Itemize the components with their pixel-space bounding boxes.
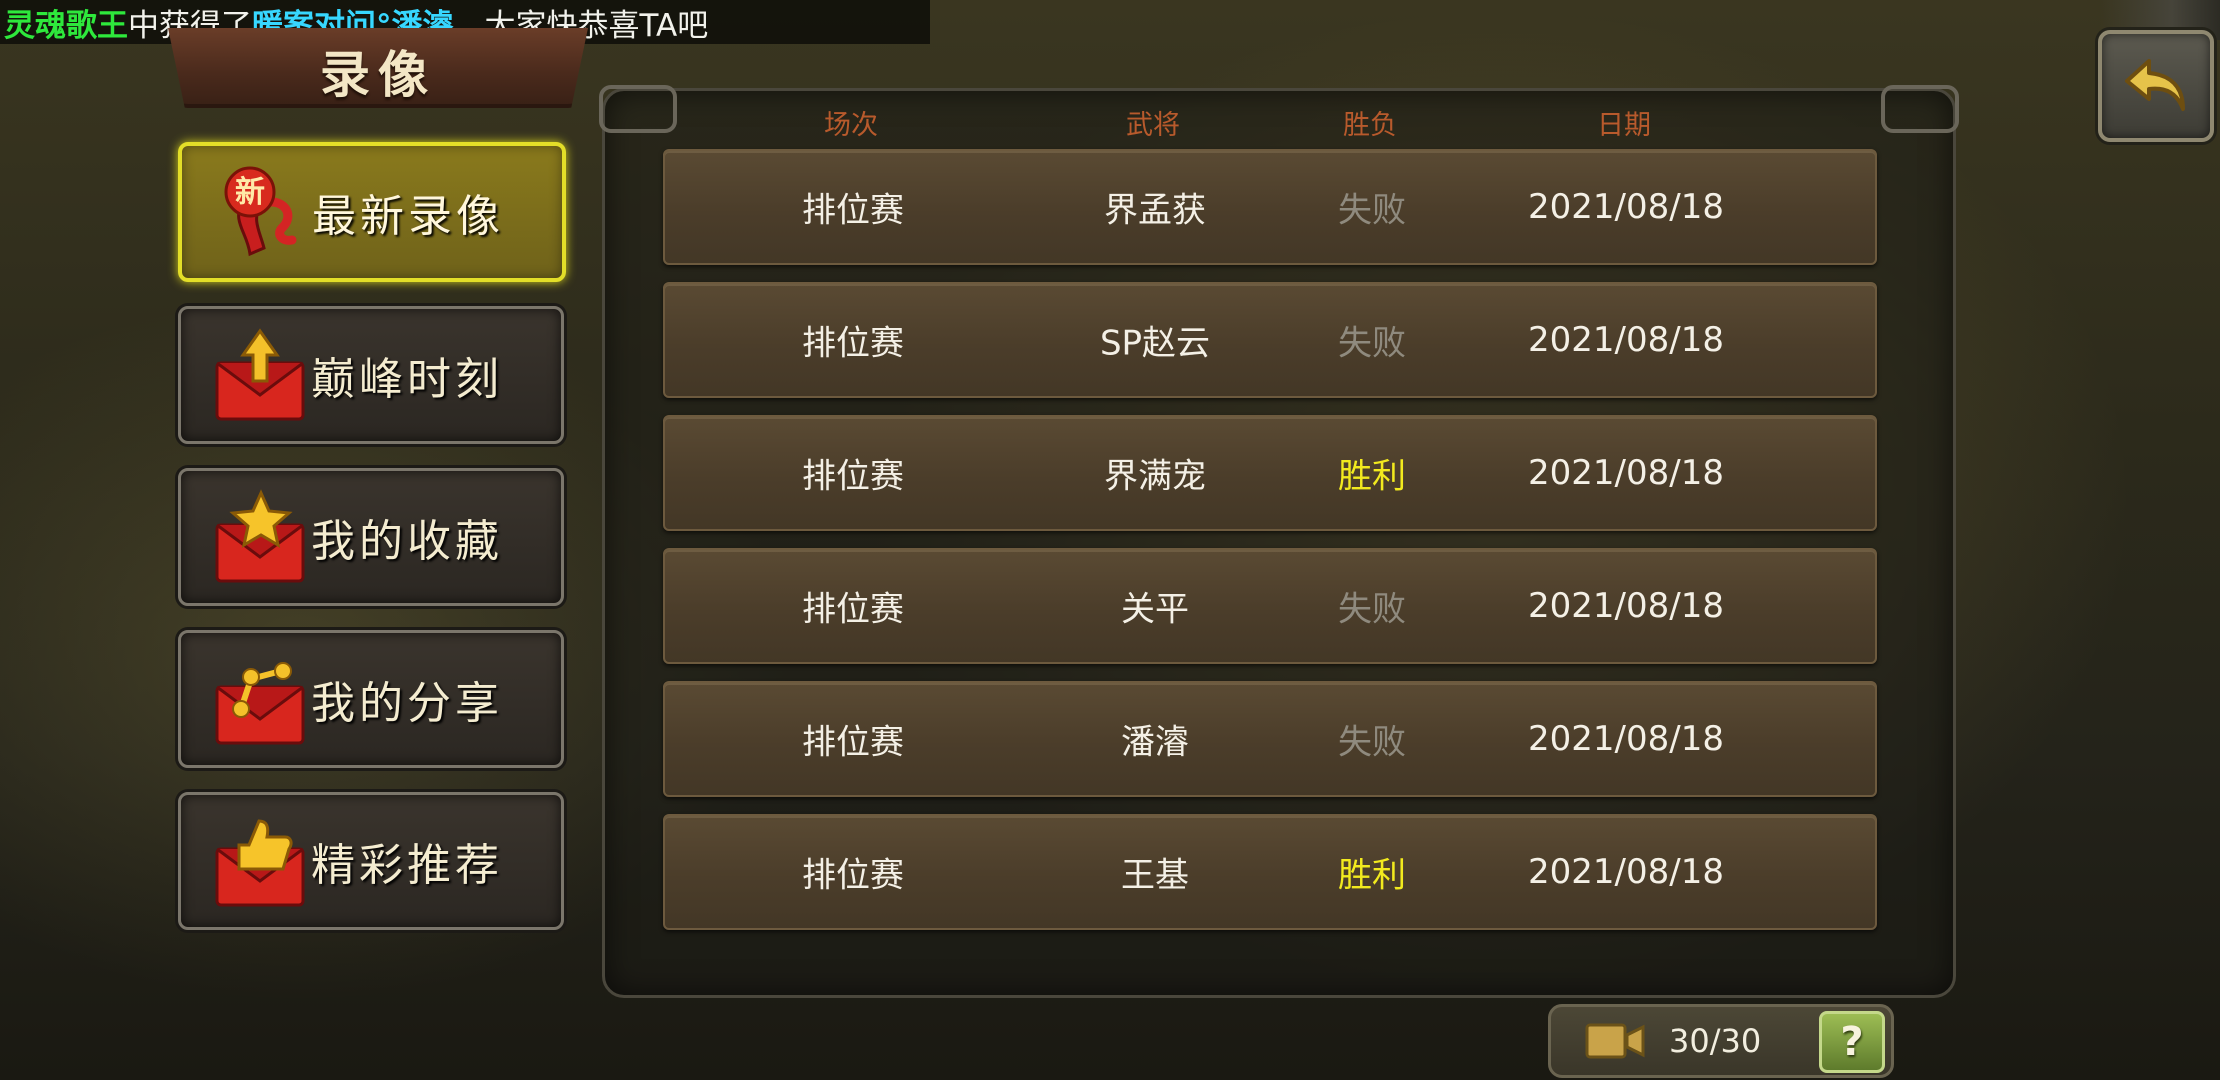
record-date: 2021/08/18 bbox=[1528, 320, 1724, 360]
video-camera-icon bbox=[1585, 1023, 1645, 1059]
replay-count: 30/30 bbox=[1669, 1022, 1762, 1060]
record-date: 2021/08/18 bbox=[1528, 453, 1724, 493]
record-date: 2021/08/18 bbox=[1528, 852, 1724, 892]
record-mode: 排位赛 bbox=[802, 190, 904, 231]
record-date: 2021/08/18 bbox=[1528, 187, 1724, 227]
record-mode: 排位赛 bbox=[802, 722, 904, 763]
record-date: 2021/08/18 bbox=[1528, 586, 1724, 626]
svg-text:新: 新 bbox=[235, 175, 265, 210]
record-date: 2021/08/18 bbox=[1528, 719, 1724, 759]
record-row[interactable]: 排位赛 界满宠 胜利 2021/08/18 bbox=[663, 415, 1877, 531]
record-result: 失败 bbox=[1338, 722, 1406, 763]
menu-label: 最新录像 bbox=[312, 191, 504, 242]
column-header-mode: 场次 bbox=[824, 110, 878, 141]
panel-corner-ornament bbox=[599, 85, 677, 133]
column-header-general: 武将 bbox=[1126, 110, 1180, 141]
title-plaque: 录像 bbox=[168, 28, 588, 108]
record-general: 关平 bbox=[1121, 589, 1189, 630]
record-row[interactable]: 排位赛 界孟获 失败 2021/08/18 bbox=[663, 149, 1877, 265]
menu-item-latest-replays[interactable]: 新 最新录像 bbox=[178, 142, 566, 282]
record-result: 胜利 bbox=[1338, 456, 1406, 497]
back-button[interactable] bbox=[2098, 30, 2214, 142]
record-row[interactable]: 排位赛 关平 失败 2021/08/18 bbox=[663, 548, 1877, 664]
records-panel: 场次 武将 胜负 日期 排位赛 界孟获 失败 2021/08/18 排位赛 SP… bbox=[599, 85, 1959, 998]
side-menu: 新 最新录像 巅峰时刻 我的收藏 我的分享 精彩推荐 bbox=[178, 142, 566, 954]
menu-label: 巅峰时刻 bbox=[311, 354, 503, 405]
thumbs-envelope-icon bbox=[215, 819, 305, 907]
record-general: SP赵云 bbox=[1099, 323, 1211, 364]
page-title: 录像 bbox=[320, 45, 436, 104]
replay-counter: 30/30 ? bbox=[1548, 1004, 1894, 1078]
menu-item-my-shares[interactable]: 我的分享 bbox=[178, 630, 564, 768]
record-mode: 排位赛 bbox=[802, 323, 904, 364]
record-result: 失败 bbox=[1338, 589, 1406, 630]
menu-item-peak-moments[interactable]: 巅峰时刻 bbox=[178, 306, 564, 444]
record-mode: 排位赛 bbox=[802, 855, 904, 896]
record-result: 失败 bbox=[1338, 323, 1406, 364]
arrow-envelope-icon bbox=[215, 328, 305, 421]
new-ribbon-icon: 新 bbox=[224, 166, 297, 257]
star-envelope-icon bbox=[215, 489, 305, 583]
menu-label: 精彩推荐 bbox=[311, 840, 503, 891]
record-result: 胜利 bbox=[1338, 855, 1406, 896]
menu-label: 我的收藏 bbox=[311, 516, 503, 567]
record-result: 失败 bbox=[1338, 190, 1406, 231]
record-mode: 排位赛 bbox=[802, 456, 904, 497]
record-row[interactable]: 排位赛 SP赵云 失败 2021/08/18 bbox=[663, 282, 1877, 398]
record-general: 界孟获 bbox=[1104, 190, 1206, 231]
column-header-date: 日期 bbox=[1597, 110, 1651, 141]
marquee-player-name: 灵魂歌王 bbox=[4, 7, 128, 44]
record-row[interactable]: 排位赛 潘濬 失败 2021/08/18 bbox=[663, 681, 1877, 797]
panel-corner-ornament bbox=[1881, 85, 1959, 133]
record-general: 王基 bbox=[1121, 855, 1189, 896]
back-arrow-icon bbox=[2125, 59, 2185, 111]
record-row[interactable]: 排位赛 王基 胜利 2021/08/18 bbox=[663, 814, 1877, 930]
menu-item-recommended[interactable]: 精彩推荐 bbox=[178, 792, 564, 930]
share-envelope-icon bbox=[215, 662, 305, 745]
column-header-result: 胜负 bbox=[1343, 110, 1397, 141]
menu-item-my-favorites[interactable]: 我的收藏 bbox=[178, 468, 564, 606]
help-button[interactable]: ? bbox=[1819, 1011, 1885, 1073]
record-general: 潘濬 bbox=[1121, 722, 1189, 763]
record-mode: 排位赛 bbox=[802, 589, 904, 630]
record-general: 界满宠 bbox=[1104, 456, 1206, 497]
menu-label: 我的分享 bbox=[311, 678, 503, 729]
